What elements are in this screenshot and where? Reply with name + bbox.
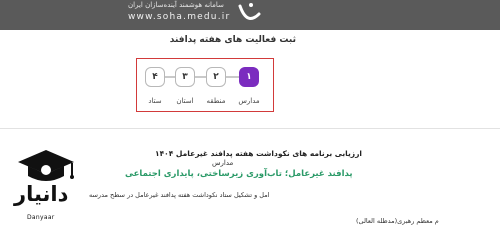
step-1-label: مدارس [238, 97, 260, 105]
step-1-madares[interactable]: ۱ [239, 67, 259, 87]
page-title: ثبت فعالیت های هفته پدافند [169, 35, 296, 45]
step-3-ostan[interactable]: ۳ [175, 67, 195, 87]
site-url: www.soha.medu.ir [128, 12, 231, 22]
soha-logo-icon [238, 3, 261, 20]
document-slogan: پدافند غیرعامل؛ تاب‌آوری زیرساختی، پایدا… [125, 169, 353, 179]
danyaar-brand-text: دانیار [14, 182, 69, 206]
site-header: سامانه هوشمند آینده‌سازان ایران www.soha… [0, 0, 500, 30]
document-text-line: م معظم رهبری(مدظله العالی) [356, 217, 439, 225]
document-text-line: امل و تشکیل ستاد نکوداشت هفته پدافند غیر… [89, 191, 270, 199]
section-divider [0, 128, 500, 129]
document-title: ارزیابی برنامه های نکوداشت هفته پدافند غ… [155, 149, 363, 158]
step-2-label: منطقه [206, 97, 226, 105]
danyaar-brand-en: Danyaar [27, 214, 55, 221]
document-subtitle: مدارس [212, 159, 234, 167]
site-tagline: سامانه هوشمند آینده‌سازان ایران [128, 1, 224, 9]
step-2-mantaghe[interactable]: ۲ [206, 67, 226, 87]
step-4-setad[interactable]: ۴ [145, 67, 165, 87]
step-4-label: ستاد [148, 97, 162, 105]
